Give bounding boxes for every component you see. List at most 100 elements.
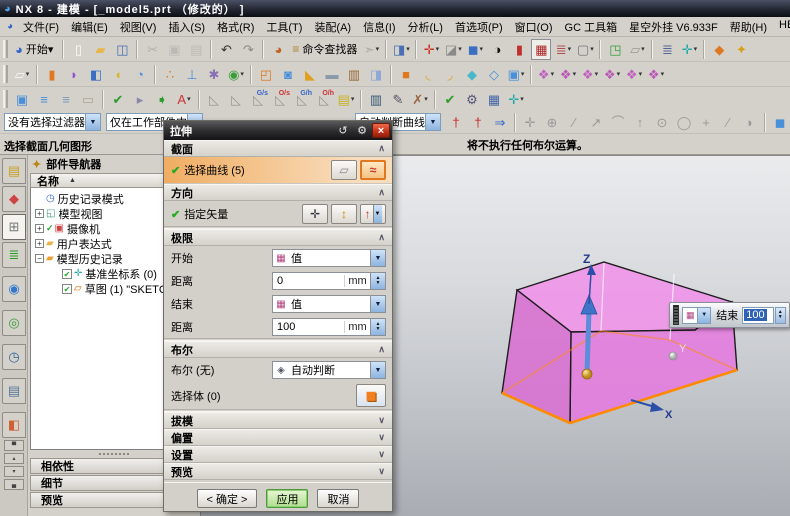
snap-midpoint-icon[interactable]: ∕ [564,112,584,133]
curve-rule-dropdown-icon[interactable]: ▼ [425,114,440,130]
show-hide-view-button[interactable]: ◪ ▾ [443,39,463,60]
examine-geometry-button[interactable]: ✔ [440,89,460,110]
menu-item-6[interactable]: 装配(A) [308,17,357,37]
snap-arc-icon[interactable]: ⌒ [608,112,628,133]
snap-endpoint-icon[interactable]: ⊕ [542,112,562,133]
copy-button[interactable]: ▣ [164,39,184,60]
box-feature-button[interactable]: ▥ [344,64,364,85]
apply-button[interactable]: 应用 [266,489,309,508]
limits-group-header[interactable]: 极限 ∧ [164,229,392,246]
select-body-button[interactable]: ◼ [356,384,386,407]
fit-view-button[interactable]: ✛ ▾ [421,39,441,60]
constraint-navigator-tab[interactable]: ◆ [2,186,26,212]
task-pane-button[interactable]: ▱ ▾ [627,39,647,60]
new-file-button[interactable]: ▯ [68,39,88,60]
expand-draft-icon[interactable]: ∨ [378,415,385,426]
menu-item-5[interactable]: 工具(T) [260,17,308,37]
offset-group-header[interactable]: 偏置 ∨ [164,429,392,446]
reuse-library-tab[interactable]: ≣ [2,242,26,268]
expand-preview-icon[interactable]: ∨ [378,466,385,477]
end-distance-input[interactable]: 100 [742,306,774,324]
preview-group-header[interactable]: 预览 ∨ [164,463,392,480]
system-scenes-tab[interactable]: ◷ [2,344,26,370]
ruler-button[interactable]: ▤ ▾ [336,89,356,110]
hide-object-button[interactable]: ▸ [130,89,150,110]
datum-table-button[interactable]: ⊥ [182,64,202,85]
ok-button[interactable]: < 确定 > [196,489,258,508]
shell-button[interactable]: ◙ [278,64,298,85]
menu-item-14[interactable]: HB_MOULD M6.6 [773,17,790,37]
swept-button[interactable]: ◞ [440,64,460,85]
grid-snap-gh-button[interactable]: ◺ G/h [292,89,312,110]
wcs-orient-button[interactable]: ✛ ▾ [679,39,699,60]
offset-drag-handle[interactable] [668,351,678,361]
synchronous-replace-button[interactable]: ❖ ▾ [624,64,644,85]
send-to-button[interactable]: ➣ ▾ [361,39,381,60]
start-button[interactable]: ◕ 开始 ▾ [11,39,57,60]
emboss-button[interactable]: ■ [396,64,416,85]
limit-option-dropdown-icon[interactable]: ▼ [697,307,711,323]
open-file-button[interactable]: ▰ [90,39,110,60]
redo-button[interactable]: ↷ [238,39,258,60]
boolean-group-header[interactable]: 布尔 ∧ [164,341,392,358]
touch-gesture-button[interactable]: ◕ [268,39,288,60]
bounded-plane-button[interactable]: ▣ ▾ [506,64,526,85]
create-interpart-link-icon[interactable]: † [446,112,466,133]
edit-object-display-button[interactable]: A ▾ [174,89,194,110]
start-limit-combo[interactable]: ▦ 值 ▼ [272,249,386,267]
toolbar-grip[interactable] [3,90,8,108]
render-style-button[interactable]: ◑ [487,39,507,60]
start-distance-stepper[interactable]: ▲ ▼ [370,273,385,289]
menu-item-8[interactable]: 分析(L) [402,17,449,37]
expand-offset-icon[interactable]: ∨ [378,432,385,443]
layer-settings-button[interactable]: ≣ [657,39,677,60]
boss-button[interactable]: ◖ [108,64,128,85]
menu-item-12[interactable]: 星空外挂 V6.933F [623,17,724,37]
boolean-dropdown-icon[interactable]: ▼ [370,362,385,378]
snap-existing-point-icon[interactable]: ∕ [718,112,738,133]
tree-expander-icon[interactable]: + [35,224,44,233]
journal-button[interactable]: ▥ [366,89,386,110]
selection-filter-combo[interactable]: 没有选择过滤器 ▼ [4,113,101,131]
origin-drag-handle[interactable] [581,368,593,380]
draft-group-header[interactable]: 拔模 ∨ [164,412,392,429]
reverse-direction-button[interactable]: ↕ [331,204,357,224]
rib-button[interactable]: ◣ [300,64,320,85]
settings-group-header[interactable]: 设置 ∨ [164,446,392,463]
window-button[interactable]: ◨ ▾ [391,39,411,60]
point-set-button[interactable]: ✱ [204,64,224,85]
edit-section-button[interactable]: ▦ [531,38,552,60]
snap-quadrant-icon[interactable]: ◯ [674,112,694,133]
measure-button[interactable]: ◆ [709,39,729,60]
snap-intersection-icon[interactable]: + [696,112,716,133]
grid-snap-gs-button[interactable]: ◺ G/s [248,89,268,110]
snap-face-icon[interactable]: ◗ [740,112,760,133]
roles-tab[interactable]: ▤ [2,378,26,404]
end-distance-field-stepper[interactable]: ▲ ▼ [370,319,385,335]
revolve-button[interactable]: ◗ [64,64,84,85]
follow-fillet-icon[interactable]: ⇒ [490,112,510,133]
menu-item-7[interactable]: 信息(I) [357,17,401,37]
collapse-limits-icon[interactable]: ∧ [378,232,385,243]
erase-button[interactable]: ✗ ▾ [410,89,430,110]
save-button[interactable]: ◫ [112,39,132,60]
sweep-button[interactable]: ◟ [418,64,438,85]
web-browser-tab[interactable]: ◉ [2,276,26,302]
undo-button[interactable]: ↶ [216,39,236,60]
cut-button[interactable]: ✂ [142,39,162,60]
grid-snap-oh-button[interactable]: ◺ O/h [314,89,334,110]
part-navigator-tab[interactable]: ⊞ [2,214,26,240]
title-bar[interactable]: ◕ NX 8 - 建模 - [_model5.prt （修改的） ] [0,0,790,17]
unite-button[interactable]: ◉ ▾ [226,64,246,85]
specify-vector-row[interactable]: ✔ 指定矢量 ✛ ↕ ↑ ▼ [164,201,392,226]
vector-type-combo-button[interactable]: ↑ ▼ [360,204,386,224]
csys-tools-button[interactable]: ✛ ▾ [506,89,526,110]
menu-item-11[interactable]: GC 工具箱 [559,17,624,37]
tree-expander-icon[interactable]: + [35,209,44,218]
ghost-solid-button[interactable]: ◺ [204,89,224,110]
drag-grip-handle[interactable] [673,305,680,325]
part-settings-button[interactable]: ⚙ [462,89,482,110]
boolean-combo[interactable]: ◈ 自动判断 ▼ [272,361,386,379]
snap-control-point-icon[interactable]: ↗ [586,112,606,133]
snapshot-button[interactable]: ▣ [12,89,32,110]
